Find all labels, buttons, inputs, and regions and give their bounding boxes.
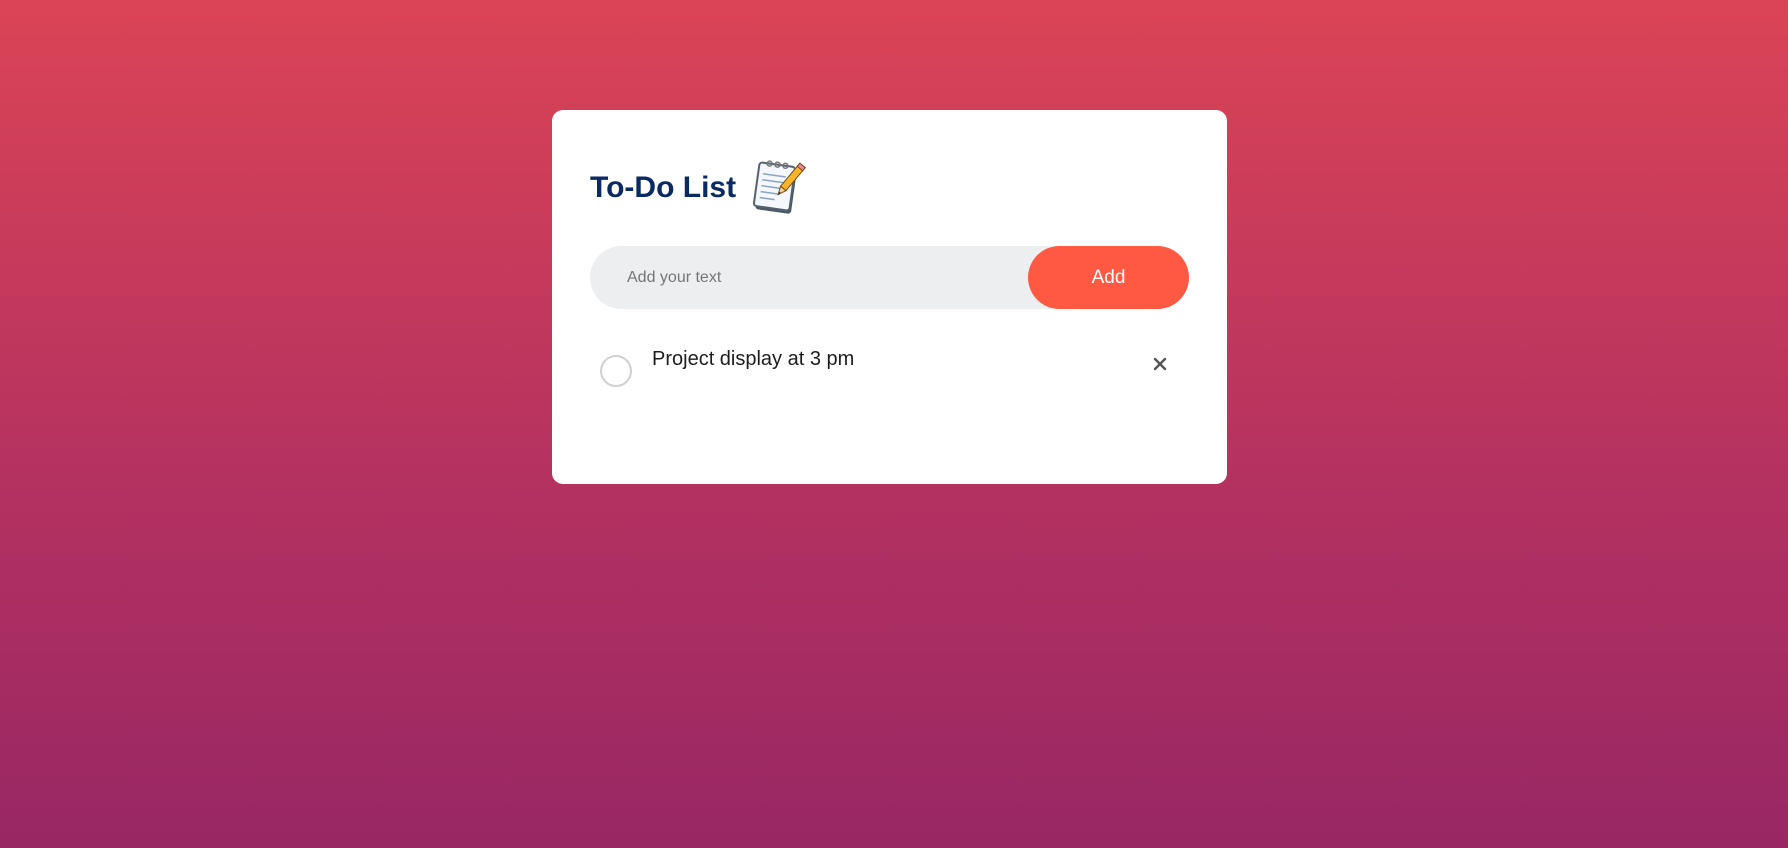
task-text: Project display at 3 pm bbox=[652, 348, 855, 370]
todo-card: To-Do List Add your text Add Project dis… bbox=[552, 110, 1227, 484]
add-button[interactable]: Add bbox=[1028, 246, 1189, 309]
close-icon-glyph bbox=[1153, 357, 1167, 371]
close-icon[interactable] bbox=[1147, 351, 1173, 377]
task-list: Project display at 3 pm bbox=[590, 339, 1189, 391]
page-title: To-Do List bbox=[590, 171, 737, 204]
title-row: To-Do List bbox=[590, 158, 1189, 218]
notepad-pencil-icon bbox=[748, 158, 808, 218]
add-task-row: Add bbox=[590, 246, 1189, 309]
unchecked-circle-icon[interactable] bbox=[600, 355, 632, 387]
task-text-input[interactable] bbox=[590, 246, 1030, 309]
notepad-pencil-graphic bbox=[753, 160, 806, 214]
task-item[interactable]: Project display at 3 pm bbox=[590, 339, 1189, 391]
